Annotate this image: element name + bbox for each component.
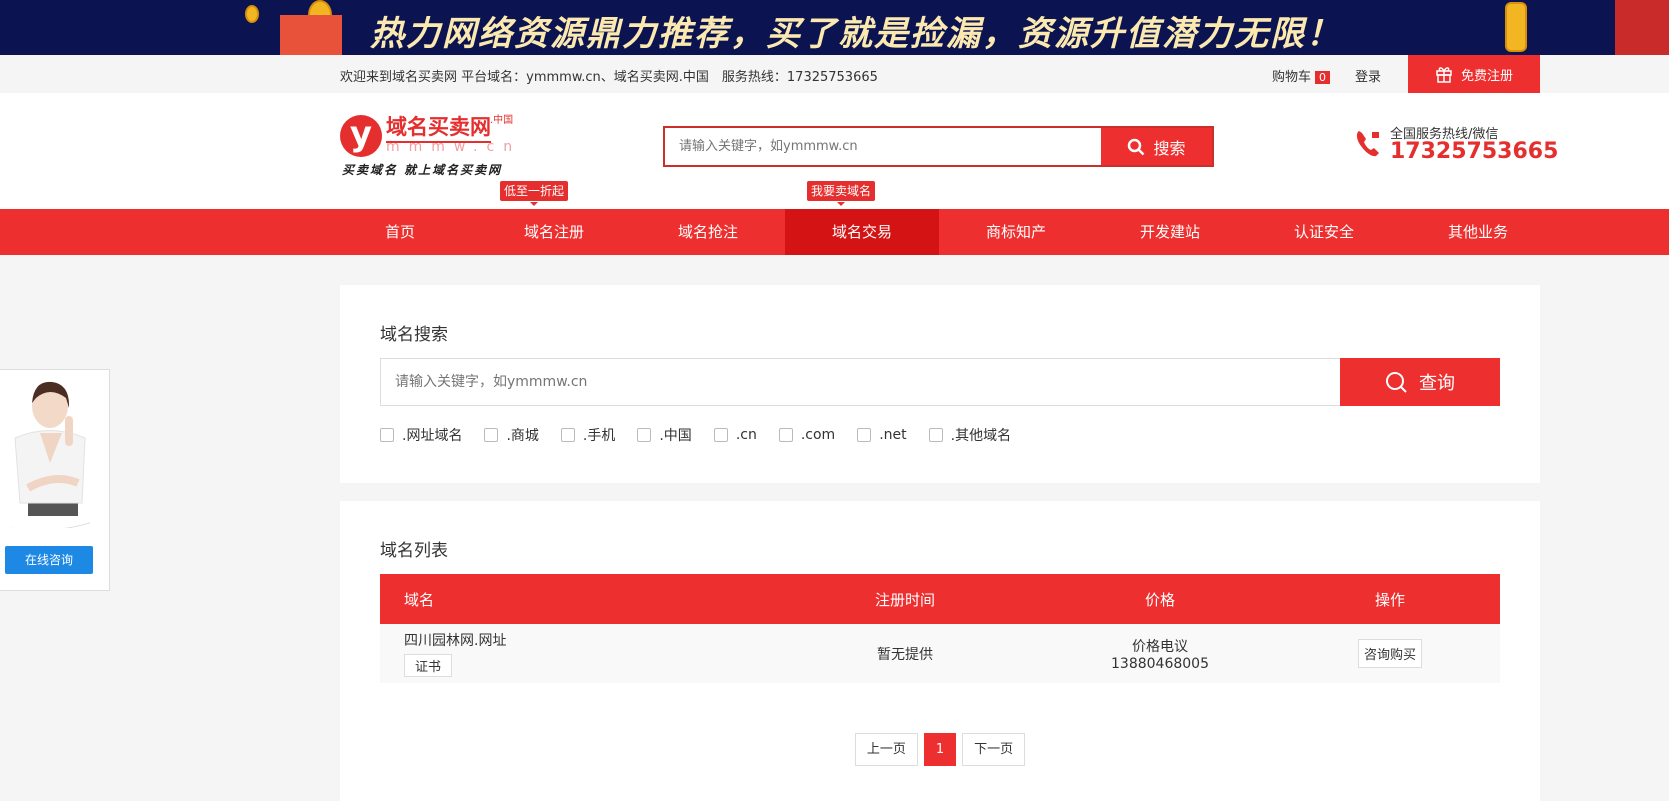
support-agent-image [10, 381, 90, 528]
filter-label: .手机 [582, 428, 616, 444]
search-icon [1128, 138, 1145, 155]
suffix-filters: .网址域名 .商城 .手机 .中国 .cn .com .net .其他域名 [380, 425, 1033, 445]
filter-checkbox[interactable]: .手机 [560, 425, 616, 445]
checkbox [857, 428, 872, 442]
checkbox [560, 428, 575, 442]
filter-checkbox[interactable]: .其他域名 [928, 425, 1012, 445]
chat-widget: 在线咨询 [0, 369, 110, 591]
header-search-button[interactable]: 搜索 [1101, 128, 1212, 165]
top-bar: 欢迎来到域名买卖网 平台域名：ymmmw.cn、域名买卖网.中国 服务热线：17… [0, 55, 1669, 93]
gift-icon [1436, 67, 1452, 83]
phone-icon [1356, 131, 1379, 157]
filter-checkbox[interactable]: .cn [713, 425, 757, 445]
online-consult-button[interactable]: 在线咨询 [5, 546, 93, 574]
cart-link[interactable]: 购物车 0 [1272, 66, 1331, 85]
cart-count: 0 [1315, 71, 1331, 84]
checkbox [713, 428, 728, 442]
search-button-label: 搜索 [1153, 138, 1186, 158]
filter-label: .cn [735, 427, 757, 443]
list-panel-title: 域名列表 [380, 541, 448, 561]
search-icon [1386, 372, 1407, 393]
filter-label: .com [800, 427, 836, 443]
header-search-input[interactable] [665, 128, 1101, 165]
filter-checkbox[interactable]: .com [778, 425, 836, 445]
nav-item-security[interactable]: 认证安全 [1247, 209, 1401, 255]
col-reg-time: 注册时间 [770, 574, 1040, 624]
register-button[interactable]: 免费注册 [1408, 55, 1540, 93]
logo-slogan: 买卖域名 就上域名买卖网 [342, 163, 503, 177]
filter-label: .商城 [506, 428, 539, 444]
filter-checkbox[interactable]: .net [857, 425, 907, 445]
next-page-button[interactable]: 下一页 [962, 733, 1026, 766]
promo-banner[interactable]: 热力网络资源鼎力推荐，买了就是捡漏，资源升值潜力无限！ [0, 0, 1669, 55]
filter-label: .其他域名 [950, 428, 1012, 444]
pagination: 上一页 1 下一页 [340, 733, 1540, 766]
welcome-text: 欢迎来到域名买卖网 平台域名：ymmmw.cn、域名买卖网.中国 服务热线：17… [340, 70, 878, 85]
query-label: 查询 [1419, 373, 1455, 394]
checkbox [778, 428, 793, 442]
col-price: 价格 [1040, 574, 1280, 624]
banner-text: 热力网络资源鼎力推荐，买了就是捡漏，资源升值潜力无限！ [370, 14, 1342, 54]
consult-buy-button[interactable]: 咨询购买 [1357, 639, 1422, 668]
checkbox [380, 428, 394, 442]
nav-item-home[interactable]: 首页 [323, 209, 477, 255]
checkbox [928, 428, 943, 442]
reg-time: 暂无提供 [770, 624, 1040, 683]
nav-item-snap[interactable]: 域名抢注 [631, 209, 785, 255]
domain-name[interactable]: 四川园林网.网址 [404, 630, 770, 650]
red-envelope-decoration [1615, 0, 1669, 55]
nav-item-other[interactable]: 其他业务 [1401, 209, 1555, 255]
nav-item-trade[interactable]: 域名交易 [785, 209, 939, 255]
coin-decoration [245, 5, 259, 23]
nav-item-trademark[interactable]: 商标知产 [939, 209, 1093, 255]
coin-stack-decoration [1505, 2, 1527, 52]
filter-checkbox[interactable]: .网址域名 [380, 425, 462, 445]
header-search: 搜索 [663, 126, 1214, 167]
hotline-number: 17325753665 [1390, 139, 1559, 164]
search-panel: 域名搜索 查询 .网址域名 .商城 .手机 .中国 .cn .com .net … [340, 285, 1540, 483]
cert-button[interactable]: 证书 [404, 654, 453, 677]
checkbox [637, 428, 652, 442]
main-nav: 首页 域名注册 域名抢注 域名交易 商标知产 开发建站 认证安全 其他业务 [0, 209, 1669, 255]
prev-page-button[interactable]: 上一页 [854, 733, 918, 766]
logo-suffix: .中国 [490, 115, 514, 126]
domain-search-input[interactable] [380, 358, 1340, 406]
nav-item-dev[interactable]: 开发建站 [1093, 209, 1247, 255]
checkbox [484, 428, 499, 442]
col-domain: 域名 [380, 574, 770, 624]
nav-item-register[interactable]: 域名注册 [477, 209, 631, 255]
domain-table: 域名 注册时间 价格 操作 四川园林网.网址 证书 暂无提供 价格电议 13880… [380, 574, 1500, 683]
site-logo[interactable]: y 域名买卖网 .中国 mmmw.cn 买卖域名 就上域名买卖网 [340, 109, 530, 179]
register-label: 免费注册 [1460, 68, 1513, 84]
nav-tip-sell: 我要卖域名 [807, 181, 876, 206]
filter-label: .网址域名 [402, 428, 463, 444]
filter-checkbox[interactable]: .中国 [637, 425, 692, 445]
filter-label: .中国 [659, 428, 692, 444]
red-envelope-decoration [280, 15, 342, 55]
price: 价格电议 [1132, 638, 1188, 655]
col-action: 操作 [1280, 574, 1500, 624]
logo-domain: mmmw.cn [386, 139, 522, 155]
search-panel-title: 域名搜索 [380, 325, 448, 345]
nav-tip-register: 低至一折起 [500, 181, 569, 206]
price-phone: 13880468005 [1111, 655, 1209, 672]
table-row: 四川园林网.网址 证书 暂无提供 价格电议 13880468005 咨询购买 [380, 624, 1500, 683]
domain-search: 查询 [380, 358, 1500, 406]
filter-checkbox[interactable]: .商城 [484, 425, 539, 445]
table-header: 域名 注册时间 价格 操作 [380, 574, 1500, 624]
domain-search-button[interactable]: 查询 [1340, 358, 1500, 406]
logo-letter: y [340, 115, 382, 157]
list-panel: 域名列表 域名 注册时间 价格 操作 四川园林网.网址 证书 暂无提供 价格电议… [340, 501, 1540, 801]
page-1[interactable]: 1 [923, 733, 957, 766]
login-link[interactable]: 登录 [1355, 66, 1381, 85]
filter-label: .net [879, 427, 907, 443]
cart-label: 购物车 [1272, 70, 1312, 85]
